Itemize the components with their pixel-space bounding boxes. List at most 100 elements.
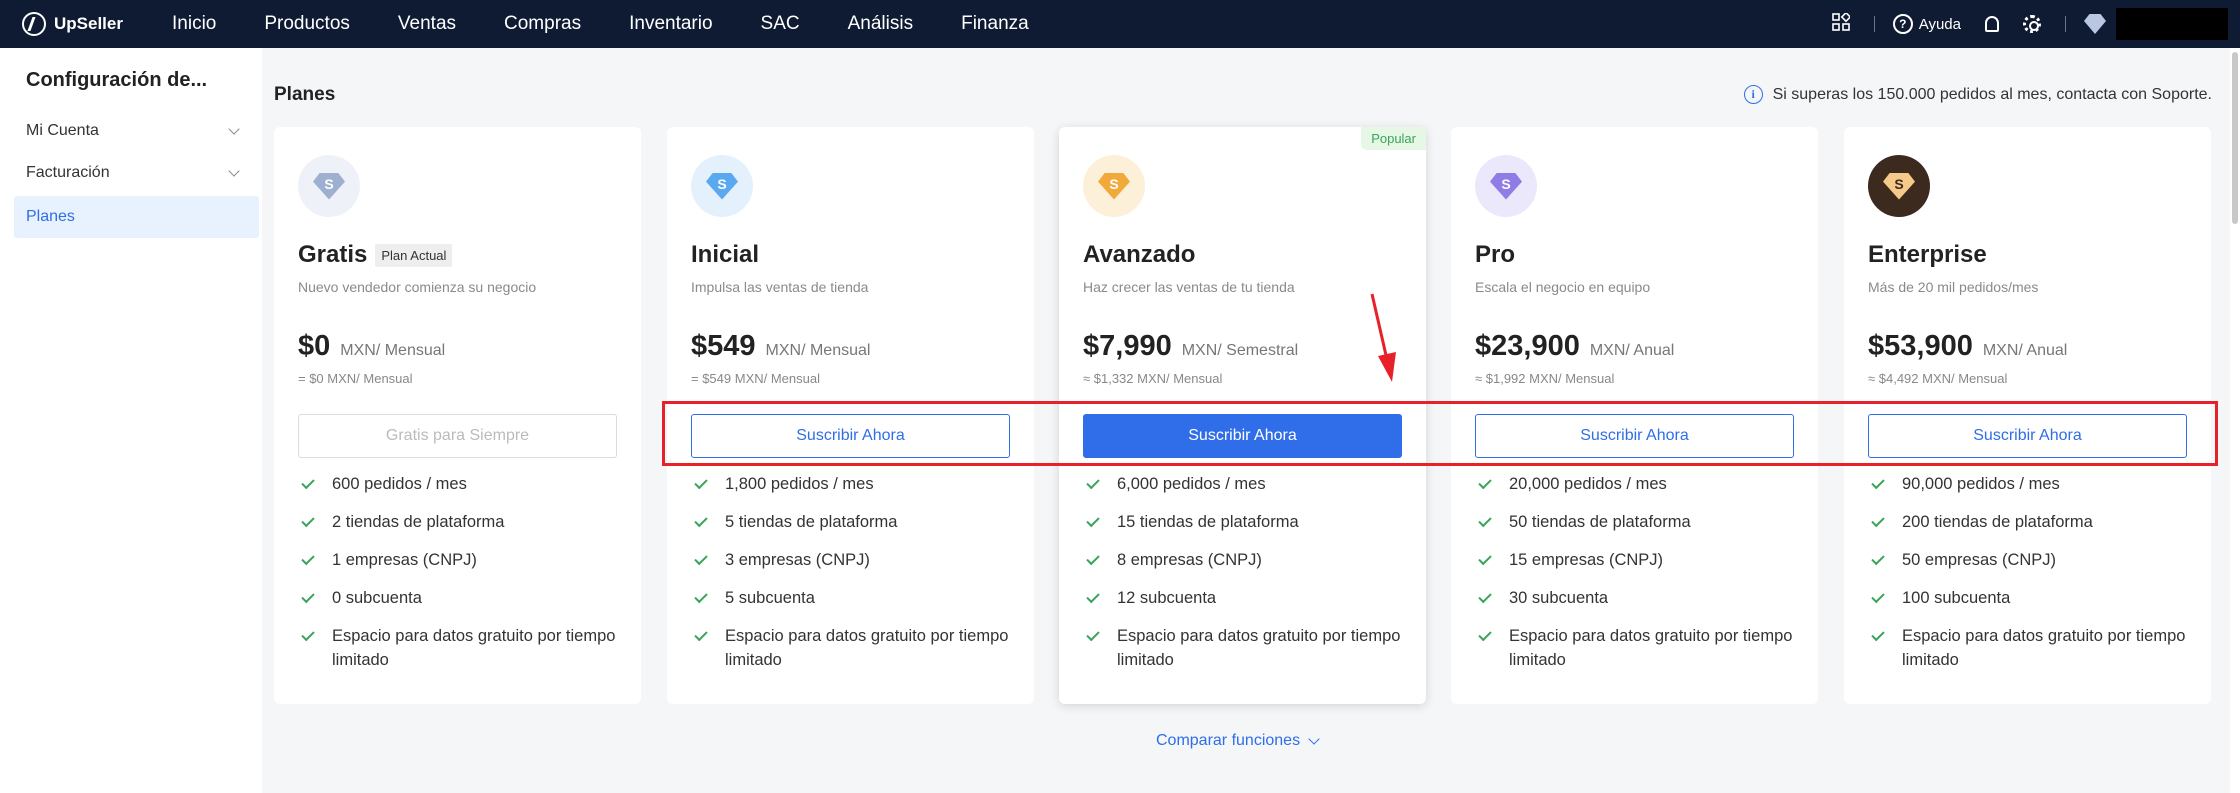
plan-name-text: Inicial bbox=[691, 241, 760, 268]
plan-name: Avanzado bbox=[1083, 241, 1195, 269]
chevron-down-icon bbox=[228, 123, 240, 135]
list-item: 50 tiendas de plataforma bbox=[1475, 510, 1795, 534]
check-icon bbox=[301, 627, 315, 642]
header-divider bbox=[1873, 16, 1875, 32]
list-item: 600 pedidos / mes bbox=[298, 472, 618, 496]
feature-text: 1 empresas (CNPJ) bbox=[332, 551, 477, 569]
notification-bell-icon[interactable] bbox=[1985, 16, 1999, 32]
current-plan-badge: Plan Actual bbox=[375, 243, 453, 267]
list-item: Espacio para datos gratuito por tiempo l… bbox=[691, 624, 1011, 672]
feature-text: 200 tiendas de plataforma bbox=[1902, 513, 2093, 531]
price-amount: $7,990 bbox=[1083, 330, 1172, 362]
feature-text: 1,800 pedidos / mes bbox=[725, 475, 874, 493]
plan-price: $549 MXN/ Mensual bbox=[691, 330, 870, 363]
plan-name-text: Pro bbox=[1475, 241, 1516, 268]
nav-item-compras[interactable]: Compras bbox=[504, 13, 581, 35]
nav-item-analisis[interactable]: Análisis bbox=[848, 13, 913, 35]
check-icon bbox=[1086, 513, 1100, 528]
page-title: Planes bbox=[274, 84, 336, 105]
plan-features: 90,000 pedidos / mes 200 tiendas de plat… bbox=[1868, 472, 2188, 686]
plan-name: Enterprise bbox=[1868, 241, 1987, 269]
plan-price: $23,900 MXN/ Anual bbox=[1475, 330, 1674, 363]
help-button[interactable]: ? Ayuda bbox=[1892, 14, 1961, 34]
notice-text: Si superas los 150.000 pedidos al mes, c… bbox=[1772, 85, 2212, 103]
feature-text: 5 tiendas de plataforma bbox=[725, 513, 898, 531]
settings-gear-icon[interactable] bbox=[2023, 15, 2041, 33]
check-icon bbox=[1871, 475, 1885, 490]
header-divider bbox=[2065, 16, 2066, 32]
check-icon bbox=[1478, 589, 1492, 604]
app-name: UpSeller bbox=[54, 14, 123, 33]
check-icon bbox=[1086, 627, 1100, 642]
list-item: 3 empresas (CNPJ) bbox=[691, 548, 1011, 572]
scrollbar-thumb[interactable] bbox=[2232, 52, 2238, 224]
sidebar-item-planes[interactable]: Planes bbox=[14, 196, 259, 238]
nav-item-productos[interactable]: Productos bbox=[264, 13, 350, 35]
nav-item-inventario[interactable]: Inventario bbox=[629, 13, 712, 35]
check-icon bbox=[1871, 551, 1885, 566]
membership-diamond-icon[interactable] bbox=[2084, 14, 2106, 34]
plan-name: Gratis Plan Actual bbox=[298, 241, 453, 269]
diamond-icon: S bbox=[1490, 172, 1522, 200]
nav-item-inicio[interactable]: Inicio bbox=[172, 13, 216, 35]
list-item: 0 subcuenta bbox=[298, 586, 618, 610]
check-icon bbox=[1871, 513, 1885, 528]
nav-item-finanza[interactable]: Finanza bbox=[961, 13, 1029, 35]
check-icon bbox=[1478, 627, 1492, 642]
list-item: 15 empresas (CNPJ) bbox=[1475, 548, 1795, 572]
feature-text: Espacio para datos gratuito por tiempo l… bbox=[1902, 627, 2186, 669]
check-icon bbox=[694, 627, 708, 642]
feature-text: 5 subcuenta bbox=[725, 589, 815, 607]
apps-grid-icon[interactable] bbox=[1831, 11, 1852, 36]
feature-text: 0 subcuenta bbox=[332, 589, 422, 607]
list-item: 90,000 pedidos / mes bbox=[1868, 472, 2188, 496]
plan-price: $7,990 MXN/ Semestral bbox=[1083, 330, 1298, 363]
free-forever-button: Gratis para Siempre bbox=[298, 414, 617, 458]
feature-text: Espacio para datos gratuito por tiempo l… bbox=[725, 627, 1009, 669]
check-icon bbox=[694, 551, 708, 566]
check-icon bbox=[301, 475, 315, 490]
plan-description: Impulsa las ventas de tienda bbox=[691, 279, 869, 295]
compare-features-link[interactable]: Comparar funciones bbox=[1156, 732, 1320, 750]
price-unit: MXN/ Anual bbox=[1982, 342, 2068, 359]
check-icon bbox=[694, 513, 708, 528]
feature-text: 3 empresas (CNPJ) bbox=[725, 551, 870, 569]
list-item: 6,000 pedidos / mes bbox=[1083, 472, 1403, 496]
feature-text: 100 subcuenta bbox=[1902, 589, 2011, 607]
annotation-arrow-icon bbox=[1370, 293, 1396, 382]
feature-text: 6,000 pedidos / mes bbox=[1117, 475, 1266, 493]
price-amount: $23,900 bbox=[1475, 330, 1580, 362]
feature-text: 90,000 pedidos / mes bbox=[1902, 475, 2060, 493]
plan-price: $0 MXN/ Mensual bbox=[298, 330, 445, 363]
plan-name-text: Avanzado bbox=[1083, 241, 1196, 268]
plan-features: 1,800 pedidos / mes 5 tiendas de platafo… bbox=[691, 472, 1011, 686]
logo-icon bbox=[22, 12, 46, 36]
app-logo[interactable]: UpSeller bbox=[22, 12, 152, 36]
sidebar-item-facturacion[interactable]: Facturación bbox=[0, 152, 262, 194]
main-nav: Inicio Productos Ventas Compras Inventar… bbox=[172, 13, 1077, 35]
user-account-menu[interactable] bbox=[2116, 8, 2228, 40]
list-item: Espacio para datos gratuito por tiempo l… bbox=[1868, 624, 2188, 672]
list-item: 12 subcuenta bbox=[1083, 586, 1403, 610]
list-item: 15 tiendas de plataforma bbox=[1083, 510, 1403, 534]
price-monthly-equivalent: = $0 MXN/ Mensual bbox=[298, 371, 413, 386]
nav-item-sac[interactable]: SAC bbox=[761, 13, 800, 35]
check-icon bbox=[694, 589, 708, 604]
feature-text: 2 tiendas de plataforma bbox=[332, 513, 505, 531]
plan-description: Más de 20 mil pedidos/mes bbox=[1868, 279, 2039, 295]
sidebar-item-mi-cuenta[interactable]: Mi Cuenta bbox=[0, 110, 262, 152]
feature-text: 8 empresas (CNPJ) bbox=[1117, 551, 1262, 569]
sidebar-item-label: Planes bbox=[26, 208, 75, 225]
check-icon bbox=[1478, 551, 1492, 566]
plan-icon: S bbox=[298, 155, 360, 217]
header-actions: ? Ayuda bbox=[1831, 0, 2240, 48]
page-scrollbar[interactable] bbox=[2230, 48, 2240, 793]
feature-text: 50 empresas (CNPJ) bbox=[1902, 551, 2057, 569]
compare-label: Comparar funciones bbox=[1156, 732, 1301, 749]
list-item: 1 empresas (CNPJ) bbox=[298, 548, 618, 572]
price-amount: $53,900 bbox=[1868, 330, 1973, 362]
nav-item-ventas[interactable]: Ventas bbox=[398, 13, 456, 35]
plan-description: Haz crecer las ventas de tu tienda bbox=[1083, 279, 1295, 295]
price-unit: MXN/ Semestral bbox=[1181, 342, 1299, 359]
check-icon bbox=[1871, 589, 1885, 604]
